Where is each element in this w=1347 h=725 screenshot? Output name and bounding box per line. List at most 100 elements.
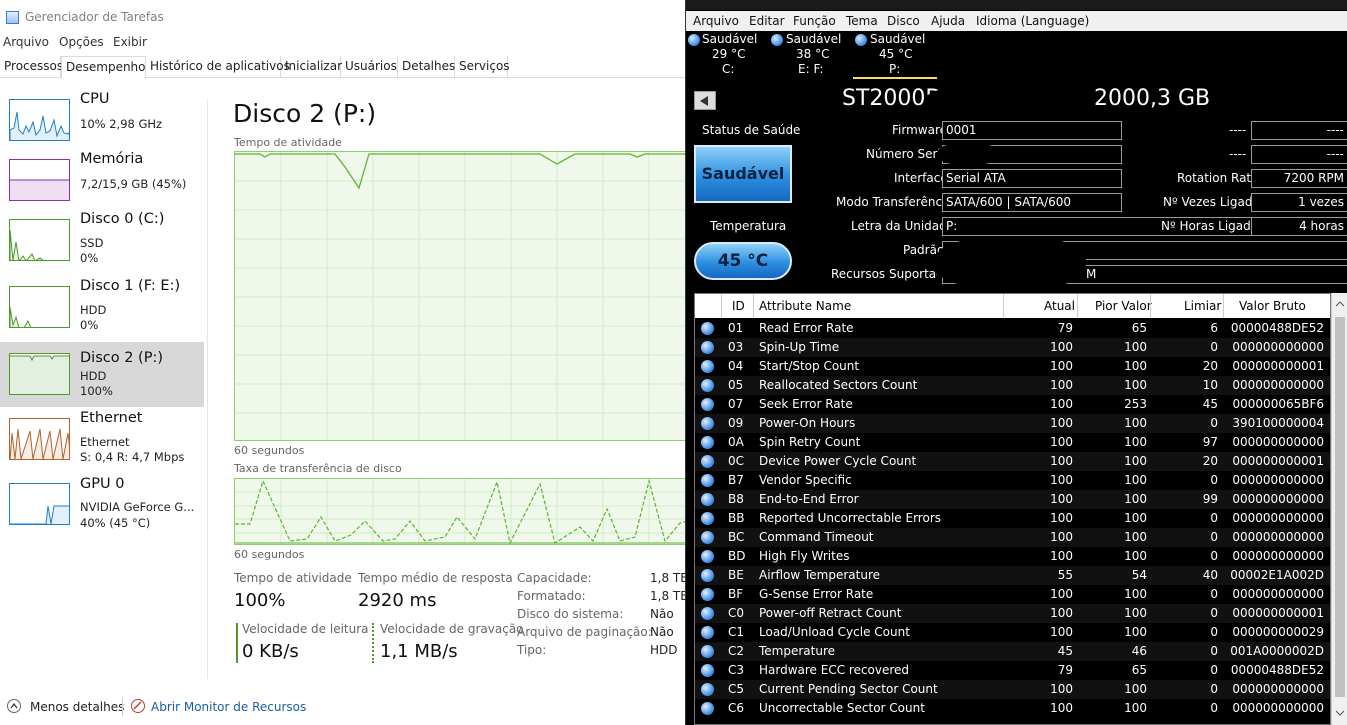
menu-idioma[interactable]: Idioma (Language): [976, 14, 1089, 28]
tab-detalhes[interactable]: Detalhes: [398, 56, 455, 78]
sidebar-item-disk1[interactable]: Disco 1 (F: E:) HDD 0%: [0, 272, 204, 334]
menu-disco[interactable]: Disco: [887, 14, 920, 28]
table-row[interactable]: C6 Uncorrectable Sector Count 100 100 0 00000…: [695, 699, 1330, 718]
open-resource-monitor-link[interactable]: Abrir Monitor de Recursos: [151, 700, 306, 714]
cell-threshold: 0: [1210, 473, 1218, 487]
task-manager-icon: [6, 11, 19, 24]
status-dot-icon: [701, 417, 714, 430]
disk2-thumbnail-graph: [9, 353, 70, 395]
cell-attribute-name: Spin Retry Count: [759, 435, 861, 449]
cell-threshold: 20: [1202, 454, 1218, 468]
cell-raw: 000000065BF6: [1232, 397, 1324, 411]
cell-id: B8: [728, 492, 744, 506]
table-row[interactable]: 0A Spin Retry Count 100 100 97 000000000000: [695, 433, 1330, 452]
cell-raw: 000000000001: [1232, 606, 1324, 620]
cell-current: 100: [1050, 397, 1073, 411]
cell-id: C1: [728, 625, 745, 639]
column-header-worst[interactable]: Pior Valor: [1095, 299, 1152, 313]
previous-disk-button[interactable]: [694, 91, 716, 110]
tab-inicializar[interactable]: Inicializar: [281, 56, 342, 78]
table-row[interactable]: 03 Spin-Up Time 100 100 0 000000000000: [695, 338, 1330, 357]
sidebar-item-ethernet[interactable]: Ethernet Ethernet S: 0,4 R: 4,7 Mbps: [0, 404, 204, 466]
scroll-up-icon[interactable]: [1332, 296, 1347, 312]
cell-worst: 54: [1131, 568, 1147, 582]
sidebar-disk1-type: HDD: [80, 303, 107, 317]
menu-tema[interactable]: Tema: [846, 14, 878, 28]
table-row[interactable]: B7 Vendor Specific 100 100 0 000000000000: [695, 471, 1330, 490]
cell-attribute-name: Read Error Rate: [759, 321, 854, 335]
menu-exibir[interactable]: Exibir: [113, 35, 147, 49]
table-row[interactable]: BE Airflow Temperature 55 54 40 00002E1A002D: [695, 566, 1330, 585]
formatted-value: 1,8 TB: [650, 589, 689, 603]
sidebar-gpu-name: NVIDIA GeForce G...: [80, 500, 195, 514]
scrollbar-thumb[interactable]: [1335, 317, 1345, 697]
fewer-details-link[interactable]: Menos detalhes: [30, 700, 124, 714]
table-row[interactable]: BD High Fly Writes 100 100 0 000000000000: [695, 547, 1330, 566]
disk-tab-p[interactable]: Saudável 45 °C P:: [853, 31, 937, 79]
column-header-name[interactable]: Attribute Name: [759, 299, 851, 313]
status-dot-icon: [701, 702, 714, 715]
ethernet-thumbnail-graph: [9, 418, 70, 460]
menu-opcoes[interactable]: Opções: [59, 35, 104, 49]
column-header-current[interactable]: Atual: [1044, 299, 1075, 313]
redaction-mark: [936, 237, 1086, 289]
table-row[interactable]: 07 Seek Error Rate 100 253 45 000000065BF6: [695, 395, 1330, 414]
sidebar-cpu-detail: 10% 2,98 GHz: [80, 117, 163, 131]
sidebar-item-gpu[interactable]: GPU 0 NVIDIA GeForce G... 40% (45 °C): [0, 470, 204, 532]
table-row[interactable]: C2 Temperature 45 46 0 001A0000002D: [695, 642, 1330, 661]
tab-servicos[interactable]: Serviços: [455, 56, 510, 78]
table-row[interactable]: 05 Reallocated Sectors Count 100 100 10 00000…: [695, 376, 1330, 395]
cell-attribute-name: End-to-End Error: [759, 492, 859, 506]
tab-historico[interactable]: Histórico de aplicativos: [146, 56, 290, 78]
scroll-down-icon[interactable]: [1332, 705, 1347, 721]
cell-worst: 100: [1124, 378, 1147, 392]
column-header-threshold[interactable]: Limiar: [1184, 299, 1221, 313]
sidebar-item-disk0[interactable]: Disco 0 (C:) SSD 0%: [0, 205, 204, 267]
cell-attribute-name: Vendor Specific: [759, 473, 852, 487]
table-row[interactable]: 01 Read Error Rate 79 65 6 00000488DE52: [695, 319, 1330, 338]
write-speed-value: 1,1 MB/s: [380, 641, 458, 662]
disk-tab-c[interactable]: Saudável 29 °C C:: [686, 31, 764, 79]
table-row[interactable]: C0 Power-off Retract Count 100 100 0 00000000…: [695, 604, 1330, 623]
table-row[interactable]: C3 Hardware ECC recovered 79 65 0 00000488DE5…: [695, 661, 1330, 680]
sidebar-item-cpu[interactable]: CPU 10% 2,98 GHz: [0, 85, 204, 147]
cell-raw: 000000000001: [1232, 454, 1324, 468]
menu-arquivo[interactable]: Arquivo: [3, 35, 49, 49]
table-row[interactable]: BB Reported Uncorrectable Errors 100 100 0 00…: [695, 509, 1330, 528]
chevron-up-icon[interactable]: [7, 699, 21, 713]
status-dot-icon: [701, 683, 714, 696]
tab-desempenho[interactable]: Desempenho: [61, 56, 146, 79]
table-row[interactable]: C5 Current Pending Sector Count 100 100 0 000…: [695, 680, 1330, 699]
cell-worst: 100: [1124, 530, 1147, 544]
disk-c-letter: C:: [722, 62, 735, 76]
table-row[interactable]: 0C Device Power Cycle Count 100 100 20 000000…: [695, 452, 1330, 471]
cpu-thumbnail-graph: [9, 99, 70, 141]
tab-usuarios[interactable]: Usuários: [341, 56, 398, 78]
cell-id: C3: [728, 663, 745, 677]
cell-current: 45: [1057, 644, 1073, 658]
table-row[interactable]: 04 Start/Stop Count 100 100 20 000000000001: [695, 357, 1330, 376]
table-row[interactable]: 09 Power-On Hours 100 100 0 390100000004: [695, 414, 1330, 433]
menu-funcao[interactable]: Função: [793, 14, 836, 28]
table-row[interactable]: BC Command Timeout 100 100 0 000000000000: [695, 528, 1330, 547]
menu-ajuda[interactable]: Ajuda: [931, 14, 965, 28]
table-row[interactable]: BF G-Sense Error Rate 100 100 0 000000000000: [695, 585, 1330, 604]
table-row[interactable]: C1 Load/Unload Cycle Count 100 100 0 00000000…: [695, 623, 1330, 642]
tab-processos[interactable]: Processos: [0, 56, 63, 78]
health-status-label: Status de Saúde: [702, 123, 801, 137]
table-row[interactable]: B8 End-to-End Error 100 100 99 000000000000: [695, 490, 1330, 509]
health-status-badge[interactable]: Saudável: [694, 145, 792, 203]
menu-editar[interactable]: Editar: [749, 14, 785, 28]
cell-current: 100: [1050, 473, 1073, 487]
table-scrollbar[interactable]: [1331, 293, 1347, 725]
cell-current: 100: [1050, 511, 1073, 525]
column-header-raw[interactable]: Valor Bruto: [1239, 299, 1306, 313]
column-header-id[interactable]: ID: [732, 299, 745, 313]
sidebar-item-memory[interactable]: Memória 7,2/15,9 GB (45%): [0, 145, 204, 207]
tab-bar: Processos Desempenho Histórico de aplica…: [0, 56, 685, 79]
menu-arquivo[interactable]: Arquivo: [693, 14, 739, 28]
cell-threshold: 45: [1202, 397, 1218, 411]
disk-tab-ef[interactable]: Saudável 38 °C E: F:: [769, 31, 847, 79]
sidebar-item-disk2[interactable]: Disco 2 (P:) HDD 100%: [0, 342, 204, 407]
cell-current: 100: [1050, 492, 1073, 506]
